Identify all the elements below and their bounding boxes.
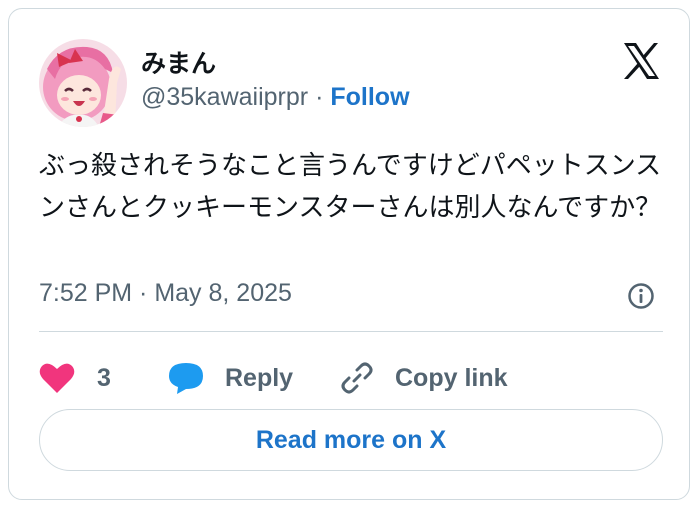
reply-bubble-icon	[169, 363, 203, 394]
info-icon[interactable]	[626, 281, 656, 311]
like-button[interactable]: 3	[39, 354, 111, 402]
handle[interactable]: @35kawaiiprpr	[141, 83, 308, 111]
tweet-text: ぶっ殺されそうなこと言うんですけどパペットスンスンさんとクッキーモンスターさんは…	[39, 151, 662, 223]
handle-row: @35kawaiiprpr · Follow	[141, 83, 410, 112]
anime-girl-avatar-image	[39, 39, 127, 127]
divider	[39, 331, 663, 332]
tweet-card: みまん @35kawaiiprpr · Follow ぶっ殺されそうなこと言うん…	[8, 8, 690, 500]
tweet-timestamp[interactable]: 7:52 PM · May 8, 2025	[39, 279, 292, 308]
avatar[interactable]	[39, 39, 127, 127]
heart-icon	[39, 363, 75, 393]
read-more-button[interactable]: Read more on X	[39, 409, 663, 471]
follow-link[interactable]: Follow	[330, 83, 409, 111]
like-count: 3	[97, 363, 111, 392]
display-name[interactable]: みまん	[141, 44, 216, 80]
copy-link-label: Copy link	[395, 363, 508, 392]
reply-button[interactable]: Reply	[167, 354, 293, 402]
reply-label: Reply	[225, 363, 294, 392]
separator-dot: ·	[315, 83, 324, 111]
x-logo-icon[interactable]	[621, 41, 661, 81]
copy-link-button[interactable]: Copy link	[339, 354, 508, 402]
link-icon	[341, 362, 373, 394]
